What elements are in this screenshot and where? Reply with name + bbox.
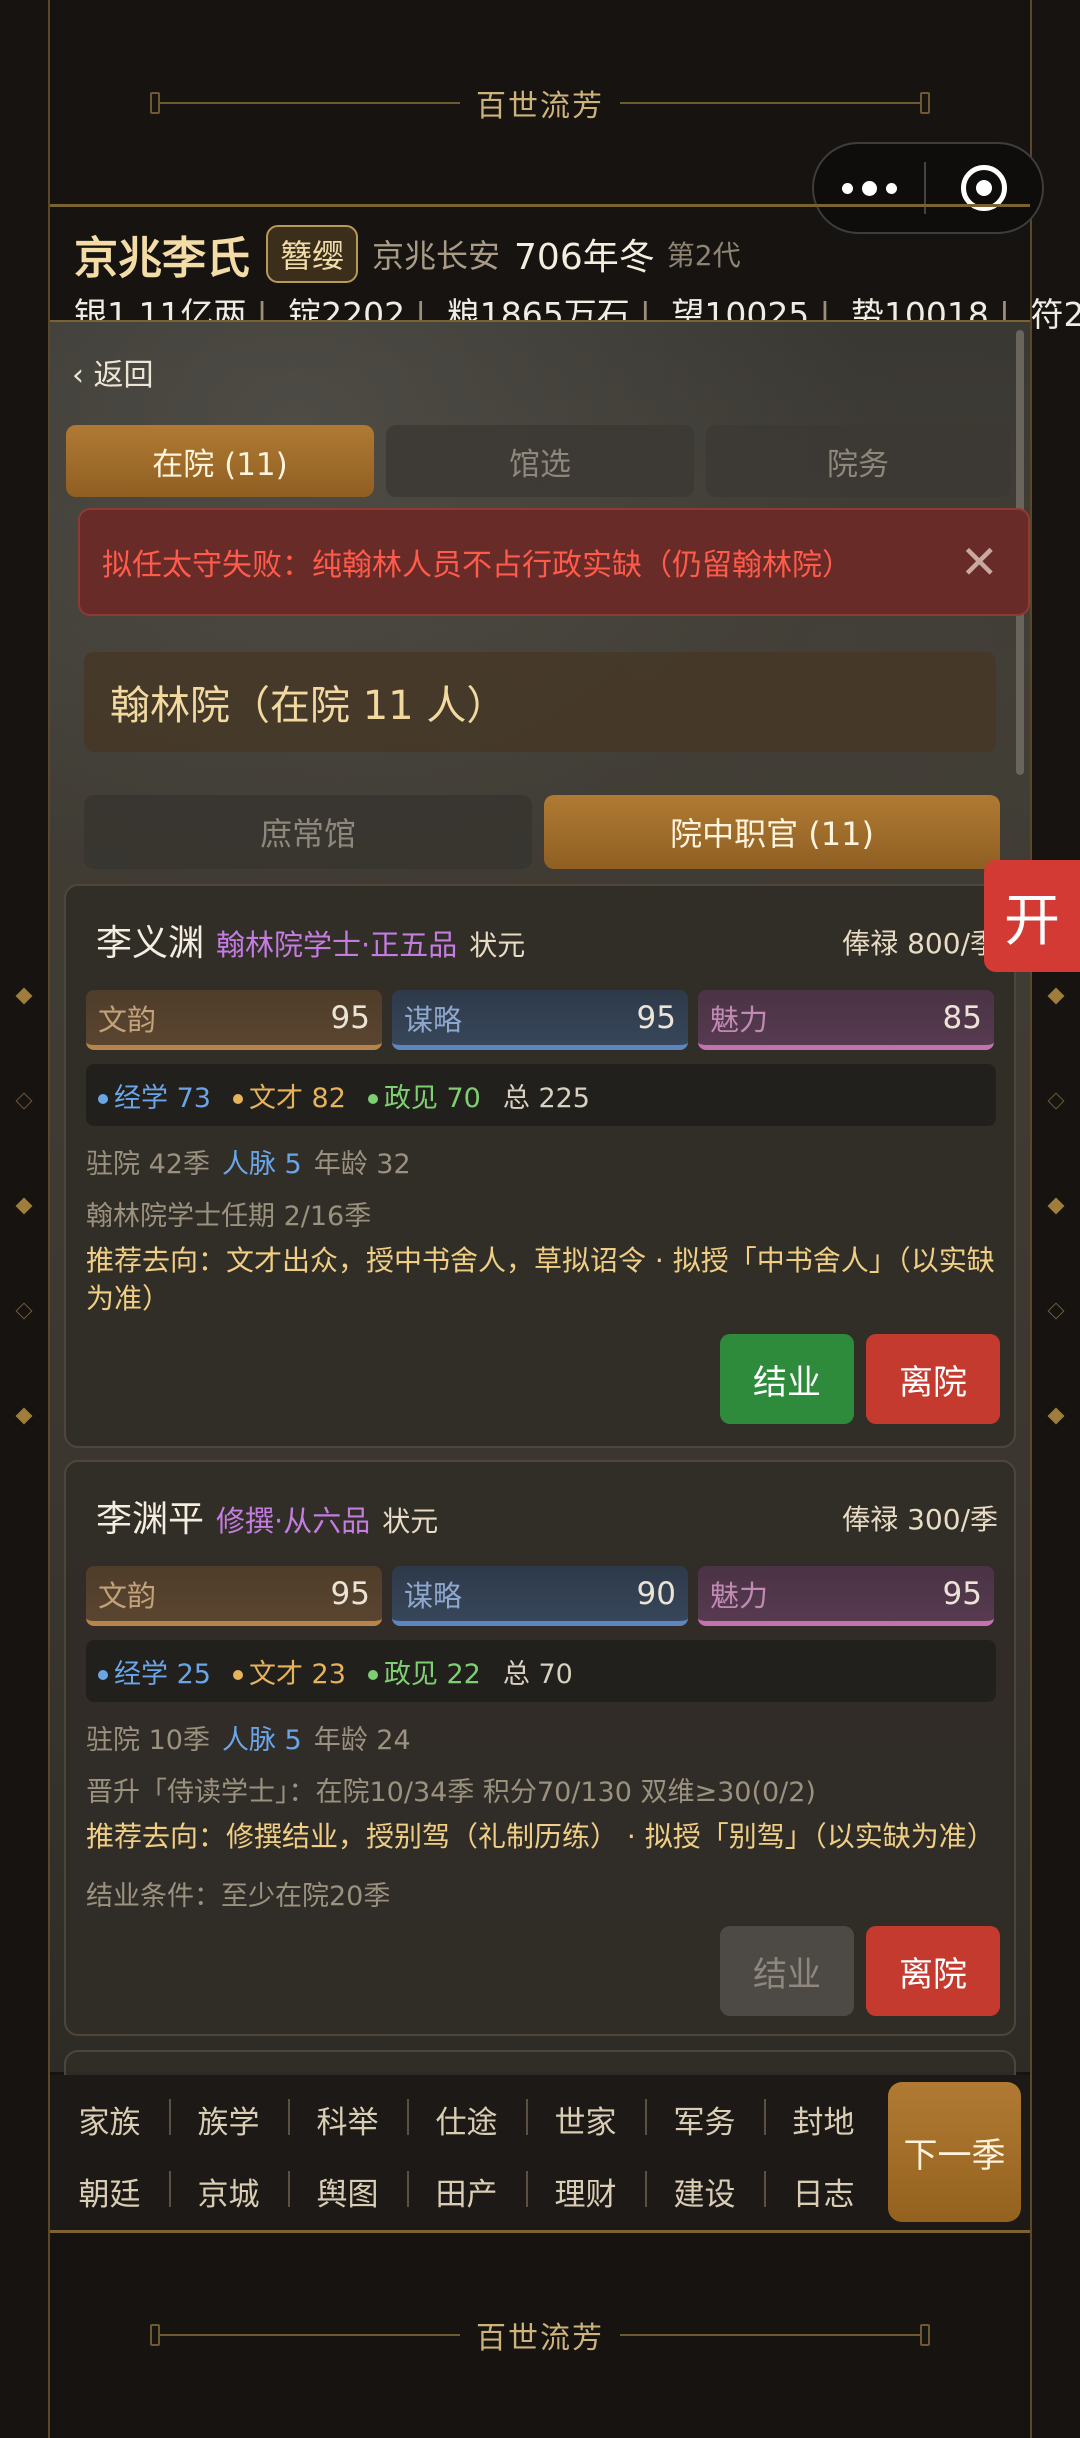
leave-button[interactable]: 离院 xyxy=(866,1926,1000,2016)
skill-summary: 经学 25 文才 23 政见 22 总 70 xyxy=(86,1640,996,1702)
member-card: 李渊平 修撰·从六品 状元 俸禄 300/季 文韵 95 谋略 90 魅力 95 经学 2… xyxy=(64,1460,1016,2036)
error-alert: 拟任太守失败：纯翰林人员不占行政实缺（仍留翰林院） ✕ xyxy=(78,508,1030,616)
nav-item[interactable]: 族学 xyxy=(169,2097,288,2142)
attr-charm: 魅力 85 xyxy=(698,990,994,1050)
more-icon[interactable] xyxy=(814,180,924,196)
footer-divider xyxy=(50,2230,1030,2233)
nav-item[interactable]: 军务 xyxy=(645,2097,764,2142)
mini-program-capsule xyxy=(812,142,1044,234)
game-year: 706年冬 xyxy=(514,237,655,278)
generation: 第2代 xyxy=(666,239,741,272)
nav-item[interactable]: 田产 xyxy=(407,2169,526,2214)
member-salary: 俸禄 800/季 xyxy=(842,927,998,960)
member-card: 李义渊 翰林院学士·正五品 状元 俸禄 800/季 文韵 95 谋略 95 魅力 85 经… xyxy=(64,884,1016,1448)
back-button[interactable]: ‹ 返回 xyxy=(72,350,154,394)
back-label: 返回 xyxy=(93,358,154,393)
member-meta: 驻院 42季 人脉 5 年龄 32 xyxy=(86,1149,411,1180)
nav-item[interactable]: 京城 xyxy=(169,2169,288,2214)
nav-item[interactable]: 日志 xyxy=(764,2169,883,2214)
member-salary: 俸禄 300/季 xyxy=(842,1503,998,1536)
member-degree: 状元 xyxy=(382,1505,439,1538)
leave-button[interactable]: 离院 xyxy=(866,1334,1000,1424)
tab-in-residence[interactable]: 在院 (11) xyxy=(66,425,374,497)
nav-item[interactable]: 封地 xyxy=(764,2097,883,2142)
nav-item[interactable]: 仕途 xyxy=(407,2097,526,2142)
header-divider xyxy=(50,204,1030,207)
banner-ornament xyxy=(150,91,160,114)
section-title: 翰林院（在院 11 人） xyxy=(84,652,996,752)
nav-item[interactable]: 科举 xyxy=(288,2097,407,2142)
next-season-button[interactable]: 下一季 xyxy=(888,2082,1021,2222)
open-fab[interactable]: 开 xyxy=(984,860,1080,972)
member-recommendation: 推荐去向：文才出众，授中书舍人，草拟诏令 · 拟授「中书舍人」（以实缺为准） xyxy=(86,1244,995,1315)
member-title: 翰林院学士·正五品 xyxy=(216,928,458,962)
banner-ornament xyxy=(150,2324,160,2346)
bottom-nav: 家族 族学 科举 仕途 世家 军务 封地 朝廷 京城 舆图 田产 理财 建设 日… xyxy=(50,2075,1030,2230)
nav-item[interactable]: 舆图 xyxy=(288,2169,407,2214)
member-title: 修撰·从六品 xyxy=(216,1504,371,1538)
bottom-banner: 百世流芳 xyxy=(50,2235,1030,2435)
banner-line xyxy=(620,2334,920,2336)
banner-line xyxy=(160,2334,460,2336)
banner-ornament xyxy=(920,91,930,114)
nav-item[interactable]: 建设 xyxy=(645,2169,764,2214)
attr-literary: 文韵 95 xyxy=(86,1566,382,1626)
attr-charm: 魅力 95 xyxy=(698,1566,994,1626)
family-location: 京兆长安 xyxy=(372,237,501,275)
attr-strategy: 谋略 90 xyxy=(392,1566,688,1626)
banner-title: 百世流芳 xyxy=(476,88,604,124)
subtab-officials[interactable]: 院中职官 (11) xyxy=(544,795,1000,869)
member-header: 李义渊 翰林院学士·正五品 状元 xyxy=(96,914,525,966)
attr-literary: 文韵 95 xyxy=(86,990,382,1050)
member-name: 李义渊 xyxy=(96,923,205,964)
nav-item[interactable]: 理财 xyxy=(526,2169,645,2214)
banner-line xyxy=(160,101,460,104)
graduate-button[interactable]: 结业 xyxy=(720,1334,854,1424)
rank-badge: 簪缨 xyxy=(266,225,359,283)
graduation-condition: 结业条件：至少在院20季 xyxy=(86,1881,391,1912)
stat-talisman: 符2 xyxy=(1030,295,1080,334)
banner-line xyxy=(620,101,920,104)
member-note: 翰林院学士任期 2/16季 xyxy=(86,1201,372,1232)
nav-item[interactable]: 世家 xyxy=(526,2097,645,2142)
chevron-left-icon: ‹ xyxy=(72,358,84,393)
member-name: 李渊平 xyxy=(96,1499,205,1540)
family-name: 京兆李氏 xyxy=(74,233,250,284)
tab-affairs[interactable]: 院务 xyxy=(706,425,1010,497)
attr-strategy: 谋略 95 xyxy=(392,990,688,1050)
family-header: 京兆李氏 簪缨 京兆长安 706年冬 第2代 xyxy=(74,222,741,286)
nav-row-1: 家族 族学 科举 仕途 世家 军务 封地 xyxy=(50,2097,883,2142)
member-meta: 驻院 10季 人脉 5 年龄 24 xyxy=(86,1725,411,1756)
banner-title: 百世流芳 xyxy=(476,2321,604,2356)
nav-item[interactable]: 家族 xyxy=(50,2097,169,2142)
member-note: 晋升「侍读学士」：在院10/34季 积分70/130 双维≥30(0/2) xyxy=(86,1777,816,1808)
banner-ornament xyxy=(920,2324,930,2346)
skill-summary: 经学 73 文才 82 政见 70 总 225 xyxy=(86,1064,996,1126)
graduate-button[interactable]: 结业 xyxy=(720,1926,854,2016)
member-header: 李渊平 修撰·从六品 状元 xyxy=(96,1490,438,1542)
tab-selection[interactable]: 馆选 xyxy=(386,425,694,497)
nav-item[interactable]: 朝廷 xyxy=(50,2169,169,2214)
nav-row-2: 朝廷 京城 舆图 田产 理财 建设 日志 xyxy=(50,2169,883,2214)
member-degree: 状元 xyxy=(469,929,526,962)
close-icon[interactable]: ✕ xyxy=(960,532,999,592)
subtab-shuchang[interactable]: 庶常馆 xyxy=(84,795,532,869)
member-recommendation: 推荐去向：修撰结业，授别驾（礼制历练） · 拟授「别驾」（以实缺为准） xyxy=(86,1820,995,1853)
alert-message: 拟任太守失败：纯翰林人员不占行政实缺（仍留翰林院） xyxy=(102,548,852,583)
